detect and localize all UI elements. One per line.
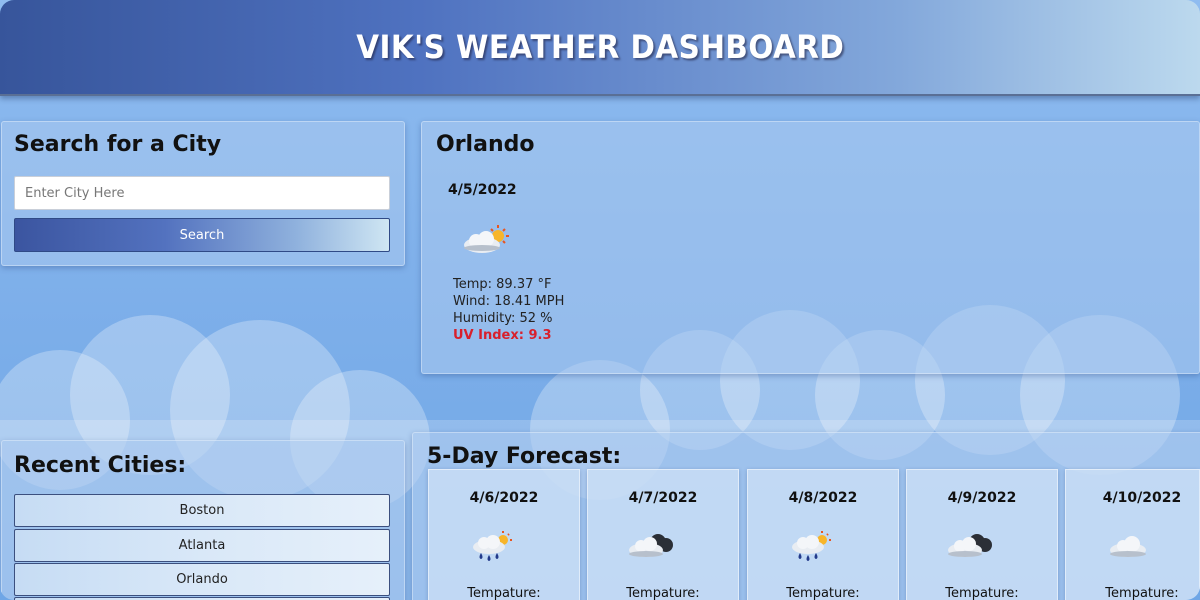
current-city-name: Orlando [436,132,535,157]
forecast-card: 4/9/2022 Tempature: [906,469,1058,600]
forecast-date: 4/9/2022 [947,490,1017,506]
current-wind: Wind: 18.41 MPH [453,294,565,309]
forecast-card: 4/6/2022 Tempature: [428,469,580,600]
rain-sun-icon [473,531,512,561]
forecast-temp-label: Tempature: [945,586,1019,600]
recent-city-button-atlanta[interactable]: Atlanta [14,529,390,562]
current-temp: Temp: 89.37 °F [453,277,552,292]
partly-cloudy-sun-icon [464,225,509,253]
current-stats: Temp: 89.37 °F Wind: 18.41 MPH Humidity:… [453,276,564,344]
cloudy-icon [629,534,673,557]
forecast-date: 4/6/2022 [469,490,539,506]
search-title: Search for a City [14,132,222,157]
rain-sun-icon [792,531,831,561]
recent-city-button-orlando[interactable]: Orlando [14,563,390,596]
cloudy-icon [948,534,992,557]
forecast-temp-label: Tempature: [786,586,860,600]
current-uv-index: UV Index: 9.3 [453,328,552,343]
recent-cities-title: Recent Cities: [14,453,187,478]
forecast-temp-label: Tempature: [626,586,700,600]
forecast-title: 5-Day Forecast: [427,444,622,469]
forecast-card: 4/10/2022 Tempature: [1065,469,1200,600]
current-date: 4/5/2022 [448,182,517,198]
app-window: VIK'S WEATHER DASHBOARD Search for a Cit… [0,0,1200,600]
forecast-temp-label: Tempature: [467,586,541,600]
city-search-input[interactable] [14,176,390,210]
app-header: VIK'S WEATHER DASHBOARD [0,0,1200,96]
forecast-date: 4/8/2022 [788,490,858,506]
recent-city-button-boston[interactable]: Boston [14,494,390,527]
forecast-date: 4/10/2022 [1102,490,1182,506]
forecast-temp-label: Tempature: [1105,586,1179,600]
current-humidity: Humidity: 52 % [453,311,553,326]
forecast-card: 4/7/2022 Tempature: [587,469,739,600]
search-button[interactable]: Search [14,218,390,252]
app-title: VIK'S WEATHER DASHBOARD [355,28,845,66]
cloud-icon [1110,536,1146,557]
forecast-card: 4/8/2022 Tempature: [747,469,899,600]
forecast-date: 4/7/2022 [628,490,698,506]
